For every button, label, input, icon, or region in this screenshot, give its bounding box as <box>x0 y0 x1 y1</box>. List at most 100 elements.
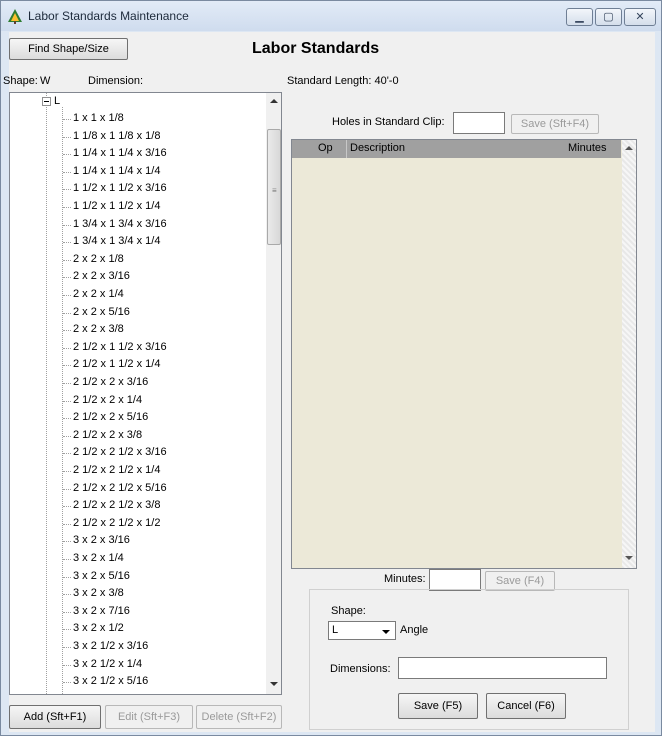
grid-header: Op Description Minutes <box>292 140 621 158</box>
tree-branch-line <box>63 224 71 226</box>
operations-grid[interactable]: Op Description Minutes <box>291 139 637 569</box>
tree-root-node[interactable]: L <box>54 93 60 110</box>
edit-button[interactable]: Edit (Sft+F3) <box>105 705 193 729</box>
chevron-down-icon[interactable] <box>382 630 390 634</box>
column-divider <box>346 140 347 158</box>
tree-branch-line <box>63 435 71 437</box>
tree-branch-line <box>63 119 71 120</box>
tree-item[interactable]: 2 1/2 x 2 1/2 x 3/8 <box>73 497 160 514</box>
tree-item[interactable]: 2 1/2 x 2 x 5/16 <box>73 409 148 426</box>
scroll-up-icon[interactable] <box>270 99 278 103</box>
tree-item[interactable]: 2 x 2 x 3/8 <box>73 321 124 338</box>
tree-branch-line <box>63 682 71 684</box>
tree-item[interactable]: 3 x 2 1/2 x 1/4 <box>73 656 142 673</box>
tree-branch-line <box>63 664 71 666</box>
tree-branch-line <box>63 471 71 472</box>
tree-item[interactable]: 3 x 2 x 1/4 <box>73 550 124 567</box>
client-area: Find Shape/Size Labor Standards Shape: W… <box>3 32 655 732</box>
tree-item[interactable]: 3 x 2 x 1/2 <box>73 620 124 637</box>
holes-input[interactable] <box>453 112 505 134</box>
tree-item[interactable]: 1 1/4 x 1 1/4 x 3/16 <box>73 145 167 162</box>
shape-size-tree[interactable]: L 1 x 1 x 1/8 1 1/8 x 1 1/8 x 1/8 1 1/4 x … <box>9 92 282 695</box>
minimize-icon: ▁ <box>575 11 584 23</box>
grid-scroll-down-icon[interactable] <box>625 556 633 560</box>
tree-branch-line <box>63 594 71 596</box>
scroll-down-icon[interactable] <box>270 682 278 686</box>
tree-item[interactable]: 2 x 2 x 1/4 <box>73 286 124 303</box>
tree-branch-line <box>63 418 71 420</box>
find-shape-size-button[interactable]: Find Shape/Size <box>9 38 128 60</box>
tree-item[interactable]: 3 x 2 x 3/16 <box>73 532 130 549</box>
tree-branch-line <box>63 277 71 279</box>
add-button[interactable]: Add (Sft+F1) <box>9 705 101 729</box>
tree-item[interactable]: 2 1/2 x 2 1/2 x 5/16 <box>73 480 167 497</box>
delete-button[interactable]: Delete (Sft+F2) <box>196 705 282 729</box>
shape-field-label: Shape: <box>331 605 366 617</box>
main-window: Labor Standards Maintenance ▁ ▢ ✕ Find S… <box>0 0 662 736</box>
tree-item[interactable]: 2 1/2 x 1 1/2 x 3/16 <box>73 339 167 356</box>
holes-label: Holes in Standard Clip: <box>332 116 445 128</box>
minutes-label: Minutes: <box>384 573 426 585</box>
minutes-input[interactable] <box>429 569 481 591</box>
tree-item[interactable]: 2 x 2 x 5/16 <box>73 304 130 321</box>
tree-branch-line <box>63 154 71 156</box>
minimize-button[interactable]: ▁ <box>566 8 593 26</box>
tree-item[interactable]: 2 1/2 x 2 x 3/8 <box>73 427 142 444</box>
tree-item[interactable]: 2 1/2 x 1 1/2 x 1/4 <box>73 356 160 373</box>
tree-branch-line <box>63 506 71 508</box>
column-op[interactable]: Op <box>318 142 333 154</box>
shape-value: W <box>40 75 51 87</box>
tree-item[interactable]: 2 x 2 x 3/16 <box>73 268 130 285</box>
tree-item[interactable]: 1 1/8 x 1 1/8 x 1/8 <box>73 128 160 145</box>
tree-scrollbar[interactable]: ≡ <box>266 93 281 694</box>
shape-select-value: L <box>332 624 339 636</box>
tree-item[interactable]: 3 x 2 1/2 x 3/16 <box>73 638 148 655</box>
tree-item[interactable]: 3 x 2 x 5/16 <box>73 568 130 585</box>
page-title: Labor Standards <box>252 40 380 57</box>
tree-item[interactable]: 3 x 2 x 3/8 <box>73 585 124 602</box>
column-minutes[interactable]: Minutes <box>568 142 607 154</box>
tree-branch-line <box>63 295 71 296</box>
dimensions-input[interactable] <box>398 657 607 679</box>
shape-label: Shape: <box>3 75 38 87</box>
tree-item[interactable]: 1 1/4 x 1 1/4 x 1/4 <box>73 163 160 180</box>
close-button[interactable]: ✕ <box>624 8 656 26</box>
cancel-button[interactable]: Cancel (F6) <box>486 693 566 719</box>
tree-branch-line <box>63 242 71 244</box>
save-holes-button[interactable]: Save (Sft+F4) <box>511 114 599 134</box>
save-button[interactable]: Save (F5) <box>398 693 478 719</box>
tree-item[interactable]: 2 1/2 x 2 x 1/4 <box>73 392 142 409</box>
tree-item[interactable]: 1 3/4 x 1 3/4 x 1/4 <box>73 233 160 250</box>
close-icon: ✕ <box>635 11 645 23</box>
column-description[interactable]: Description <box>350 142 405 154</box>
grid-scroll-up-icon[interactable] <box>625 146 633 150</box>
tree-item[interactable]: 2 1/2 x 2 1/2 x 1/2 <box>73 515 160 532</box>
tree-branch-line <box>63 365 71 367</box>
grip-icon: ≡ <box>272 186 277 195</box>
tree-collapse-toggle[interactable] <box>42 97 51 106</box>
title-bar[interactable]: Labor Standards Maintenance ▁ ▢ ✕ <box>1 1 661 31</box>
tree-scroll-thumb[interactable]: ≡ <box>267 129 281 245</box>
tree-item[interactable]: 3 x 2 x 7/16 <box>73 603 130 620</box>
tree-item[interactable]: 2 x 2 x 1/8 <box>73 251 124 268</box>
tree-branch-line <box>63 523 71 525</box>
tree-branch-line <box>63 383 71 384</box>
tree-item[interactable]: 2 1/2 x 2 1/2 x 1/4 <box>73 462 160 479</box>
tree-branch-line <box>63 611 71 613</box>
shape-select[interactable]: L <box>328 621 396 640</box>
tree-item[interactable]: 1 1/2 x 1 1/2 x 3/16 <box>73 180 167 197</box>
tree-item[interactable]: 3 x 2 1/2 x 5/16 <box>73 673 148 690</box>
grid-scrollbar[interactable] <box>622 140 636 568</box>
standard-length: Standard Length: 40'-0 <box>287 75 399 87</box>
tree-item[interactable]: 2 1/2 x 2 x 3/16 <box>73 374 148 391</box>
tree-item[interactable]: 1 3/4 x 1 3/4 x 3/16 <box>73 216 167 233</box>
tree-item[interactable]: 1 1/2 x 1 1/2 x 1/4 <box>73 198 160 215</box>
tree-item[interactable]: 1 x 1 x 1/8 <box>73 110 124 127</box>
tree-guide-line <box>46 93 47 694</box>
tree-item[interactable]: 2 1/2 x 2 1/2 x 3/16 <box>73 444 167 461</box>
maximize-icon: ▢ <box>603 11 614 23</box>
tree-branch-line <box>63 259 71 261</box>
tree-branch-line <box>63 400 71 402</box>
maximize-button[interactable]: ▢ <box>595 8 622 26</box>
save-minutes-button[interactable]: Save (F4) <box>485 571 555 591</box>
